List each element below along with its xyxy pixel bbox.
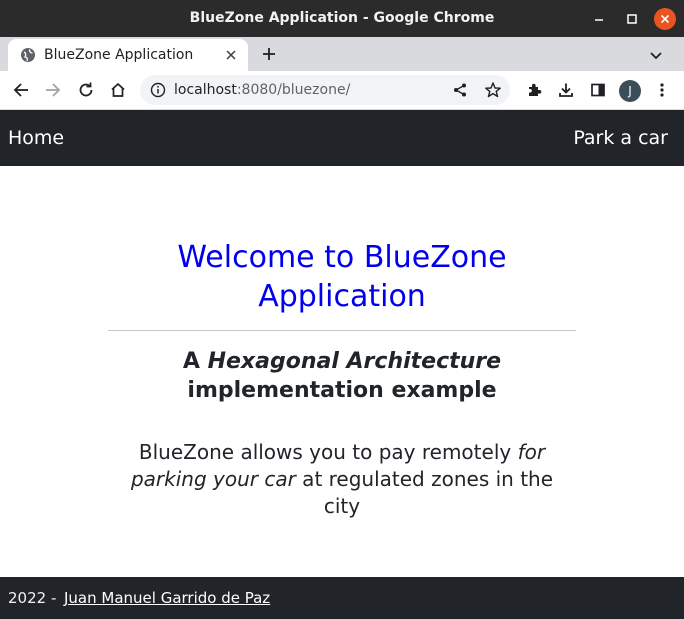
desc-suffix: at regulated zones in the city [295,467,554,518]
close-tab-icon[interactable] [224,48,238,62]
nav-park-a-car-link[interactable]: Park a car [573,110,668,166]
tab-title: BlueZone Application [44,47,194,63]
side-panel-icon[interactable] [589,81,607,99]
site-navbar: Home Park a car [0,110,684,166]
browser-toolbar: localhost:8080/bluezone/ J [0,71,684,110]
main-content: Welcome to BlueZone Application A Hexago… [0,166,684,577]
new-tab-icon[interactable] [260,45,278,63]
home-icon[interactable] [109,81,127,99]
subtitle-prefix: A [182,349,208,374]
nav-home-link[interactable]: Home [8,110,64,166]
window-title: BlueZone Application - Google Chrome [189,10,495,26]
divider [108,330,576,331]
url-host: localhost [174,82,237,98]
reload-icon[interactable] [77,81,95,99]
chevron-down-icon[interactable] [648,47,664,63]
address-bar[interactable]: localhost:8080/bluezone/ [140,75,510,105]
maximize-icon[interactable] [621,8,643,30]
site-footer: 2022 - Juan Manuel Garrido de Paz [0,577,684,619]
kebab-menu-icon[interactable] [653,81,671,99]
desc-prefix: BlueZone allows you to pay remotely [138,440,518,464]
minimize-icon[interactable] [588,8,610,30]
url-path: :8080/bluezone/ [236,82,351,98]
download-icon[interactable] [557,81,575,99]
bookmark-star-icon[interactable] [484,81,502,99]
extensions-icon[interactable] [525,81,543,99]
footer-author-link[interactable]: Juan Manuel Garrido de Paz [64,577,270,619]
back-icon[interactable] [12,81,30,99]
profile-avatar[interactable]: J [619,80,641,102]
subtitle-suffix: implementation example [187,378,497,403]
forward-icon[interactable] [44,81,62,99]
subtitle-emphasis: Hexagonal Architecture [207,349,502,374]
close-window-icon[interactable] [654,8,676,30]
page-title: Welcome to BlueZone Application [177,240,507,314]
page-description: BlueZone allows you to pay remotely for … [110,439,574,520]
tab-bluezone[interactable]: BlueZone Application [8,39,248,71]
window-titlebar: BlueZone Application - Google Chrome [0,0,684,37]
footer-year: 2022 - [8,589,57,607]
tab-strip: BlueZone Application [0,37,684,71]
info-icon[interactable] [150,82,166,98]
share-icon[interactable] [452,82,468,98]
globe-icon [21,48,35,62]
page-subtitle: A Hexagonal Architecture implementation … [110,347,574,405]
url-text: localhost:8080/bluezone/ [174,75,350,105]
